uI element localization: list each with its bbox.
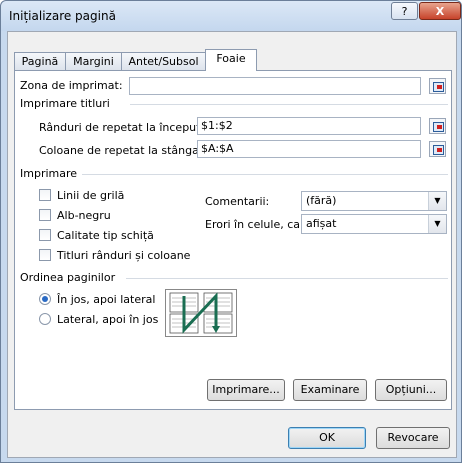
chevron-down-icon: ▼	[428, 192, 446, 210]
cols-to-repeat-label: Coloane de repetat la stânga:	[39, 144, 203, 157]
tab-header-footer[interactable]: Antet/Subsol	[121, 52, 206, 70]
row-col-headings-label: Titluri rânduri și coloane	[57, 249, 191, 262]
over-then-down-label: Lateral, apoi în jos	[57, 313, 159, 326]
dialog-body: Pagină Margini Antet/Subsol Foaie Zona d…	[7, 31, 457, 458]
comments-dropdown[interactable]: (fără) ▼	[301, 191, 447, 211]
sheet-tab-panel: Zona de imprimat: Imprimare titluri Rând…	[14, 70, 452, 410]
gridlines-checkbox[interactable]	[39, 189, 51, 201]
ok-button[interactable]: OK	[288, 427, 366, 449]
cancel-button[interactable]: Revocare	[376, 427, 450, 449]
print-area-label: Zona de imprimat:	[20, 79, 123, 92]
chevron-down-icon: ▼	[428, 215, 446, 233]
print-heading: Imprimare	[20, 167, 78, 180]
print-section: Imprimare	[20, 167, 448, 181]
rows-range-picker-icon[interactable]	[429, 118, 446, 134]
tab-page[interactable]: Pagină	[14, 52, 66, 70]
print-area-input[interactable]	[129, 77, 421, 95]
print-titles-section: Imprimare titluri	[20, 97, 448, 111]
black-white-label: Alb-negru	[57, 209, 111, 222]
tab-sheet[interactable]: Foaie	[205, 49, 257, 71]
print-titles-heading: Imprimare titluri	[20, 97, 110, 110]
row-col-headings-checkbox[interactable]	[39, 249, 51, 261]
help-button[interactable]: ?	[391, 2, 418, 20]
rows-to-repeat-input[interactable]: $1:$2	[197, 117, 421, 135]
page-order-heading: Ordinea paginilor	[20, 271, 116, 284]
cell-errors-dropdown[interactable]: afișat ▼	[301, 214, 447, 234]
over-then-down-radio[interactable]	[39, 313, 51, 325]
comments-label: Comentarii:	[205, 195, 270, 208]
draft-quality-label: Calitate tip schiță	[57, 229, 154, 242]
draft-quality-checkbox[interactable]	[39, 229, 51, 241]
cell-errors-value: afișat	[306, 217, 337, 230]
tab-margins[interactable]: Margini	[65, 52, 122, 70]
page-order-section: Ordinea paginilor	[20, 271, 448, 285]
cols-range-picker-icon[interactable]	[429, 141, 446, 157]
comments-value: (fără)	[306, 194, 337, 207]
cols-to-repeat-input[interactable]: $A:$A	[197, 140, 421, 158]
print-button[interactable]: Imprimare...	[207, 379, 285, 401]
window-title: Inițializare pagină	[9, 9, 116, 23]
black-white-checkbox[interactable]	[39, 209, 51, 221]
rows-to-repeat-label: Rânduri de repetat la început:	[39, 121, 205, 134]
down-then-over-radio[interactable]	[39, 293, 51, 305]
page-order-preview-icon	[165, 289, 237, 337]
print-area-range-picker-icon[interactable]	[429, 78, 446, 94]
close-button[interactable]: X	[419, 2, 461, 20]
preview-button[interactable]: Examinare	[293, 379, 367, 401]
down-then-over-label: În jos, apoi lateral	[57, 293, 156, 306]
options-button[interactable]: Opțiuni...	[375, 379, 447, 401]
gridlines-label: Linii de grilă	[57, 189, 125, 202]
title-bar: Inițializare pagină ? X	[1, 1, 461, 31]
page-setup-dialog: Inițializare pagină ? X Pagină Margini A…	[0, 0, 462, 463]
cell-errors-label: Erori în celule, ca:	[205, 218, 304, 231]
